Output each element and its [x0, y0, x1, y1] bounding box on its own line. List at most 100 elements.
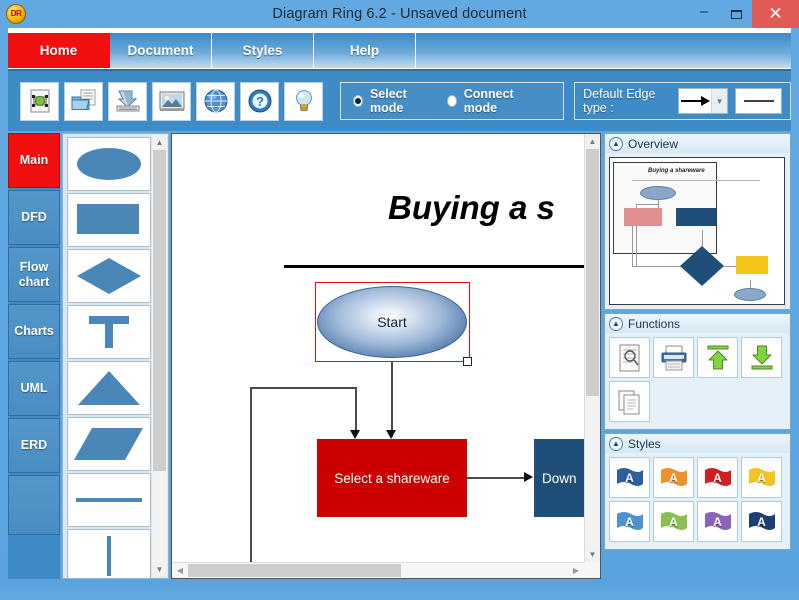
copy-pages-icon[interactable]	[609, 381, 650, 422]
new-diagram-icon[interactable]	[20, 81, 59, 121]
minimize-button[interactable]: –	[688, 0, 720, 28]
rail-item-flow-chart[interactable]: Flow chart	[8, 247, 60, 302]
node-download[interactable]: Down	[534, 439, 584, 517]
overview-thumbnail[interactable]: Buying a shareware	[609, 157, 785, 305]
selection-resize-handle[interactable]	[463, 357, 472, 366]
style-letter: A	[669, 514, 678, 529]
close-button[interactable]: ✕	[752, 0, 799, 28]
lightbulb-icon[interactable]	[284, 81, 323, 121]
canvas-hscroll-track[interactable]	[188, 563, 568, 578]
style-light-blue[interactable]: A	[609, 501, 650, 542]
diagram-canvas[interactable]: Buying a s Start Select a shareware Down	[172, 134, 584, 562]
default-edge-type-label: Default Edge type :	[583, 87, 656, 115]
style-dark-blue[interactable]: A	[609, 457, 650, 498]
functions-panel-header[interactable]: ▲ Functions	[605, 314, 790, 333]
chevron-up-icon[interactable]: ▲	[609, 316, 623, 331]
overview-panel-header[interactable]: ▲ Overview	[605, 134, 790, 153]
export-down-arrow-icon[interactable]	[741, 337, 782, 378]
application-window: DR Diagram Ring 6.2 - Unsaved document –…	[0, 0, 799, 600]
help-question-icon[interactable]: ?	[240, 81, 279, 121]
styles-panel-title: Styles	[628, 436, 661, 451]
style-swatch-flag: A	[747, 466, 777, 490]
palette-scroll-thumb[interactable]	[153, 150, 166, 472]
canvas-scroll-down-icon[interactable]: ▼	[585, 547, 600, 562]
palette-scrollbar[interactable]: ▲ ▼	[152, 135, 167, 577]
canvas-vscroll-thumb[interactable]	[586, 149, 599, 396]
node-select-a-shareware[interactable]: Select a shareware	[317, 439, 467, 517]
select-mode-option[interactable]: Select mode	[353, 87, 429, 115]
overview-thumb-title: Buying a shareware	[648, 168, 705, 174]
overview-node-start	[640, 186, 676, 200]
style-swatch-flag: A	[659, 466, 689, 490]
export-image-icon[interactable]	[152, 81, 191, 121]
style-purple[interactable]: A	[697, 501, 738, 542]
node-download-label: Down	[542, 470, 577, 486]
style-swatch-flag: A	[703, 510, 733, 534]
save-icon[interactable]	[108, 81, 147, 121]
status-bar	[0, 591, 799, 600]
import-up-arrow-icon[interactable]	[697, 337, 738, 378]
palette-scroll-track[interactable]	[152, 150, 167, 562]
palette-scroll-up-icon[interactable]: ▲	[152, 135, 167, 150]
canvas-scroll-left-icon[interactable]: ◀	[172, 563, 188, 578]
style-swatch-flag: A	[703, 466, 733, 490]
shape-diamond[interactable]	[67, 249, 151, 303]
style-navy[interactable]: A	[741, 501, 782, 542]
shape-parallelogram[interactable]	[67, 417, 151, 471]
rail-item-main[interactable]: Main	[8, 133, 60, 188]
solid-line-icon	[743, 100, 774, 102]
style-letter: A	[757, 470, 766, 485]
styles-panel-body: A A A A A A A A	[605, 453, 790, 549]
maximize-button[interactable]	[720, 0, 752, 28]
window-controls: – ✕	[688, 0, 799, 28]
style-yellow[interactable]: A	[741, 457, 782, 498]
style-swatch-flag: A	[615, 510, 645, 534]
tab-home[interactable]: Home	[8, 33, 110, 68]
palette-scroll-down-icon[interactable]: ▼	[152, 562, 167, 577]
edge-loopback-down[interactable]	[355, 387, 357, 434]
canvas-scroll-up-icon[interactable]: ▲	[585, 134, 600, 149]
edge-start-to-select[interactable]	[391, 362, 393, 437]
canvas-scroll-right-icon[interactable]: ▶	[568, 563, 584, 578]
rail-item-charts[interactable]: Charts	[8, 304, 60, 359]
open-folder-icon[interactable]	[64, 81, 103, 121]
rail-spacer	[8, 475, 60, 535]
tab-help[interactable]: Help	[314, 33, 416, 68]
canvas-horizontal-scrollbar[interactable]: ◀ ▶	[172, 562, 584, 578]
tab-document[interactable]: Document	[110, 33, 212, 68]
styles-panel-header[interactable]: ▲ Styles	[605, 434, 790, 453]
edge-loopback-horizontal[interactable]	[250, 387, 357, 389]
shape-ellipse[interactable]	[67, 137, 151, 191]
connect-mode-option[interactable]: Connect mode	[446, 87, 533, 115]
diagram-document-title[interactable]: Buying a s	[388, 189, 555, 227]
edge-type-dropdown[interactable]: ▼	[678, 88, 729, 114]
style-orange[interactable]: A	[653, 457, 694, 498]
rail-item-dfd[interactable]: DFD	[8, 190, 60, 245]
edge-loopback-vertical[interactable]	[250, 387, 252, 562]
shape-tee[interactable]	[67, 305, 151, 359]
shape-vertical-line[interactable]	[67, 529, 151, 578]
shape-rectangle[interactable]	[67, 193, 151, 247]
canvas-vertical-scrollbar[interactable]: ▲ ▼	[584, 134, 600, 562]
shape-horizontal-line[interactable]	[67, 473, 151, 527]
printer-icon[interactable]	[653, 337, 694, 378]
style-red[interactable]: A	[697, 457, 738, 498]
chevron-up-icon[interactable]: ▲	[609, 136, 623, 151]
globe-icon[interactable]	[196, 81, 235, 121]
overview-panel: ▲ Overview Buying a shareware	[604, 133, 791, 310]
rail-item-erd[interactable]: ERD	[8, 418, 60, 473]
canvas-vscroll-track[interactable]	[585, 149, 600, 547]
style-swatch-flag: A	[659, 510, 689, 534]
rail-item-uml[interactable]: UML	[8, 361, 60, 416]
tab-styles[interactable]: Styles	[212, 33, 314, 68]
chevron-up-icon[interactable]: ▲	[609, 436, 623, 451]
edge-style-button[interactable]	[735, 88, 782, 114]
style-swatch-flag: A	[615, 466, 645, 490]
edge-select-to-download[interactable]	[467, 477, 529, 479]
home-toolbar: ? Select mode Connect mode Default Edge …	[8, 69, 791, 131]
shape-triangle[interactable]	[67, 361, 151, 415]
canvas-hscroll-thumb[interactable]	[188, 564, 401, 577]
print-preview-icon[interactable]	[609, 337, 650, 378]
style-green[interactable]: A	[653, 501, 694, 542]
overview-node-end	[734, 288, 766, 301]
